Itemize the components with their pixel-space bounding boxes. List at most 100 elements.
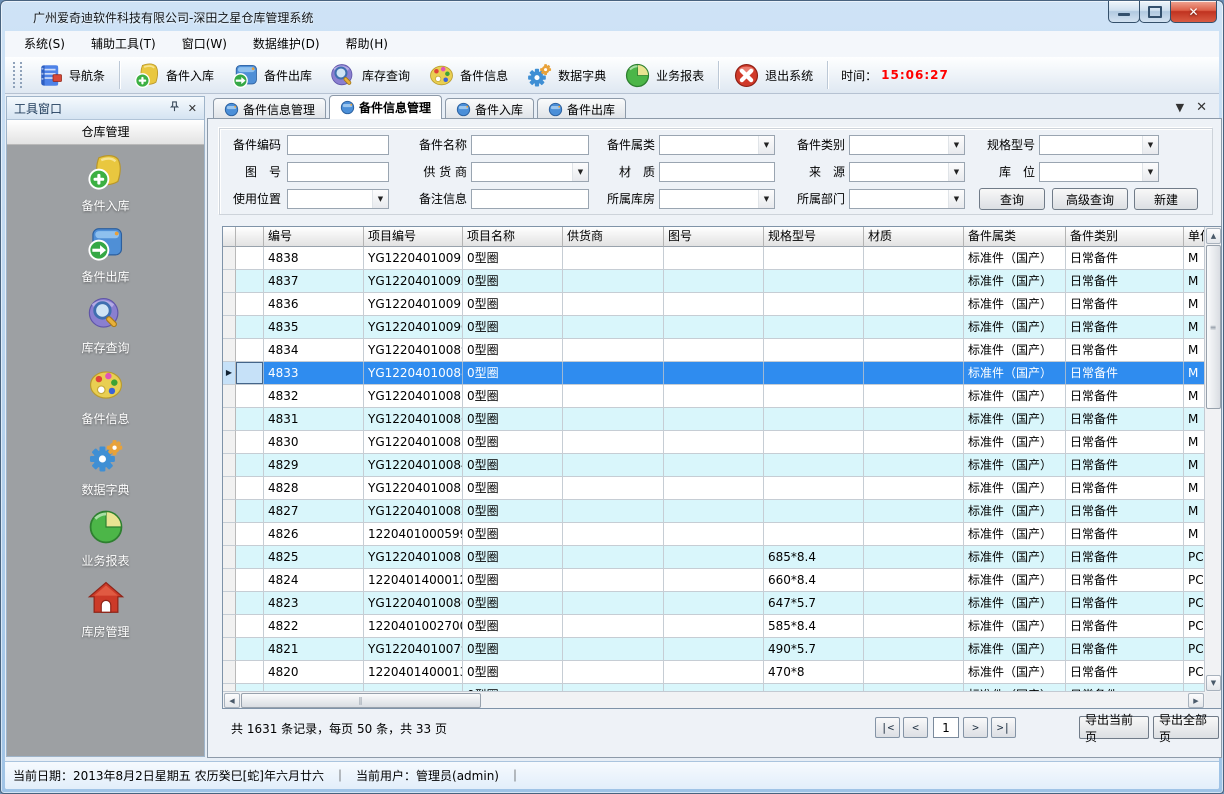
column-header-1[interactable]: 编号 bbox=[264, 227, 364, 247]
table-row[interactable]: 482212204010027000型圈585*8.4标准件（国产）日常备件PC bbox=[223, 615, 1205, 638]
table-row[interactable]: 4825YG122040100810型圈685*8.4标准件（国产）日常备件PC bbox=[223, 546, 1205, 569]
chevron-down-icon[interactable]: ▼ bbox=[1142, 136, 1158, 154]
toolbar-button-stock-out[interactable]: 备件出库 bbox=[223, 59, 321, 91]
export-all-pages-button[interactable]: 导出全部页 bbox=[1153, 716, 1219, 739]
column-header-9[interactable]: 备件类别 bbox=[1066, 227, 1184, 247]
toolbar-button-data-dictionary[interactable]: 数据字典 bbox=[517, 59, 615, 91]
column-header-4[interactable]: 供货商 bbox=[563, 227, 664, 247]
tab-list-dropdown-icon[interactable]: ▼ bbox=[1176, 101, 1184, 114]
search-input-8[interactable] bbox=[659, 162, 775, 182]
search-dropdown-5[interactable]: ▼ bbox=[1039, 135, 1159, 155]
menu-item-5[interactable]: 帮助(H) bbox=[333, 31, 401, 57]
menu-item-1[interactable]: 系统(S) bbox=[11, 31, 78, 57]
new-button[interactable]: 新建 bbox=[1134, 188, 1198, 210]
next-page-button[interactable]: > bbox=[963, 717, 988, 738]
dock-item-stock-out[interactable]: 备件出库 bbox=[7, 222, 204, 293]
table-row[interactable]: 482612204010005990型圈标准件（国产）日常备件M bbox=[223, 523, 1205, 546]
table-row[interactable]: 4823YG122040100800型圈647*5.7标准件（国产）日常备件PC bbox=[223, 592, 1205, 615]
table-row[interactable]: 4827YG122040100820型圈标准件（国产）日常备件M bbox=[223, 500, 1205, 523]
menu-item-2[interactable]: 辅助工具(T) bbox=[78, 31, 169, 57]
table-row[interactable]: 482012204014000130型圈470*8标准件（国产）日常备件PC bbox=[223, 661, 1205, 684]
table-row[interactable]: 482412204014000120型圈660*8.4标准件（国产）日常备件PC bbox=[223, 569, 1205, 592]
search-dropdown-9[interactable]: ▼ bbox=[849, 162, 965, 182]
scroll-down-icon[interactable]: ▼ bbox=[1206, 675, 1221, 691]
table-row[interactable]: 4836YG122040100910型圈标准件（国产）日常备件M bbox=[223, 293, 1205, 316]
pin-icon[interactable] bbox=[169, 101, 180, 115]
search-dropdown-3[interactable]: ▼ bbox=[659, 135, 775, 155]
column-header-10[interactable]: 单位 bbox=[1184, 227, 1205, 247]
dock-item-warehouse[interactable]: 库房管理 bbox=[7, 577, 204, 648]
close-button[interactable]: ✕ bbox=[1170, 1, 1217, 23]
dock-item-parts-info[interactable]: 备件信息 bbox=[7, 364, 204, 435]
tool-window-header[interactable]: 工具窗口 ✕ bbox=[7, 97, 204, 120]
tab-close-icon[interactable]: ✕ bbox=[1196, 100, 1207, 115]
table-row[interactable]: ▶4833YG122040100880型圈标准件（国产）日常备件M bbox=[223, 362, 1205, 385]
vertical-scroll-thumb[interactable]: ≡ bbox=[1206, 245, 1221, 409]
column-header-5[interactable]: 图号 bbox=[664, 227, 764, 247]
dock-item-data-dictionary[interactable]: 数据字典 bbox=[7, 435, 204, 506]
search-dropdown-10[interactable]: ▼ bbox=[1039, 162, 1159, 182]
search-dropdown-11[interactable]: ▼ bbox=[287, 189, 389, 209]
dock-item-stock-in[interactable]: 备件入库 bbox=[7, 151, 204, 222]
page-number-input[interactable] bbox=[933, 717, 959, 738]
query-button[interactable]: 查询 bbox=[979, 188, 1045, 210]
table-row[interactable]: 4834YG122040100890型圈标准件（国产）日常备件M bbox=[223, 339, 1205, 362]
prev-page-button[interactable]: < bbox=[903, 717, 928, 738]
table-row[interactable]: 4828YG122040100830型圈标准件（国产）日常备件M bbox=[223, 477, 1205, 500]
dock-close-icon[interactable]: ✕ bbox=[188, 102, 197, 115]
maximize-button[interactable] bbox=[1139, 1, 1171, 23]
dock-item-inventory-query[interactable]: 库存查询 bbox=[7, 293, 204, 364]
minimize-button[interactable] bbox=[1108, 1, 1140, 23]
column-header-2[interactable]: 项目编号 bbox=[364, 227, 463, 247]
table-row[interactable]: 4830YG122040100850型圈标准件（国产）日常备件M bbox=[223, 431, 1205, 454]
search-dropdown-14[interactable]: ▼ bbox=[849, 189, 965, 209]
export-current-page-button[interactable]: 导出当前页 bbox=[1079, 716, 1149, 739]
advanced-query-button[interactable]: 高级查询 bbox=[1052, 188, 1128, 210]
first-page-button[interactable]: |< bbox=[875, 717, 900, 738]
search-input-12[interactable] bbox=[471, 189, 589, 209]
chevron-down-icon[interactable]: ▼ bbox=[572, 163, 588, 181]
search-input-6[interactable] bbox=[287, 162, 389, 182]
tab-1[interactable]: 备件信息管理 bbox=[213, 98, 326, 119]
search-input-2[interactable] bbox=[471, 135, 589, 155]
table-row[interactable]: 4832YG122040100870型圈标准件（国产）日常备件M bbox=[223, 385, 1205, 408]
search-input-1[interactable] bbox=[287, 135, 389, 155]
search-dropdown-13[interactable]: ▼ bbox=[659, 189, 775, 209]
horizontal-scroll-thumb[interactable]: ∥ bbox=[241, 693, 481, 708]
tab-2[interactable]: 备件信息管理 bbox=[329, 95, 442, 119]
chevron-down-icon[interactable]: ▼ bbox=[948, 190, 964, 208]
toolbar-button-business-report[interactable]: 业务报表 bbox=[615, 59, 713, 91]
tab-3[interactable]: 备件入库 bbox=[445, 98, 534, 119]
scroll-right-icon[interactable]: ▶ bbox=[1188, 693, 1204, 708]
toolbar-grip[interactable] bbox=[13, 62, 22, 88]
column-header-7[interactable]: 材质 bbox=[864, 227, 964, 247]
toolbar-button-exit[interactable]: 退出系统 bbox=[724, 59, 822, 91]
toolbar-button-inventory-query[interactable]: 库存查询 bbox=[321, 59, 419, 91]
vertical-scrollbar[interactable]: ▲ ≡ ▼ bbox=[1204, 227, 1221, 692]
dock-group-header[interactable]: 仓库管理 bbox=[7, 120, 204, 145]
column-header-8[interactable]: 备件属类 bbox=[964, 227, 1066, 247]
dock-item-business-report[interactable]: 业务报表 bbox=[7, 506, 204, 577]
search-dropdown-7[interactable]: ▼ bbox=[471, 162, 589, 182]
column-header[interactable] bbox=[236, 227, 264, 247]
menu-item-4[interactable]: 数据维护(D) bbox=[240, 31, 333, 57]
chevron-down-icon[interactable]: ▼ bbox=[758, 190, 774, 208]
titlebar[interactable]: 广州爱奇迪软件科技有限公司-深田之星仓库管理系统 ✕ bbox=[1, 1, 1223, 31]
table-row[interactable]: 4831YG122040100860型圈标准件（国产）日常备件M bbox=[223, 408, 1205, 431]
chevron-down-icon[interactable]: ▼ bbox=[758, 136, 774, 154]
scroll-up-icon[interactable]: ▲ bbox=[1206, 228, 1221, 244]
toolbar-button-stock-in[interactable]: 备件入库 bbox=[125, 59, 223, 91]
table-row[interactable]: 4821YG122040100790型圈490*5.7标准件（国产）日常备件PC bbox=[223, 638, 1205, 661]
toolbar-button-navbar[interactable]: 导航条 bbox=[28, 59, 114, 91]
chevron-down-icon[interactable]: ▼ bbox=[948, 136, 964, 154]
toolbar-button-parts-info[interactable]: 备件信息 bbox=[419, 59, 517, 91]
table-row[interactable]: 4829YG122040100840型圈标准件（国产）日常备件M bbox=[223, 454, 1205, 477]
table-row[interactable]: 4835YG122040100900型圈标准件（国产）日常备件M bbox=[223, 316, 1205, 339]
tab-4[interactable]: 备件出库 bbox=[537, 98, 626, 119]
chevron-down-icon[interactable]: ▼ bbox=[1142, 163, 1158, 181]
search-dropdown-4[interactable]: ▼ bbox=[849, 135, 965, 155]
table-row[interactable]: 4837YG122040100920型圈标准件（国产）日常备件M bbox=[223, 270, 1205, 293]
column-header-6[interactable]: 规格型号 bbox=[764, 227, 864, 247]
menu-item-3[interactable]: 窗口(W) bbox=[169, 31, 240, 57]
table-row[interactable]: 4838YG122040100930型圈标准件（国产）日常备件M bbox=[223, 247, 1205, 270]
